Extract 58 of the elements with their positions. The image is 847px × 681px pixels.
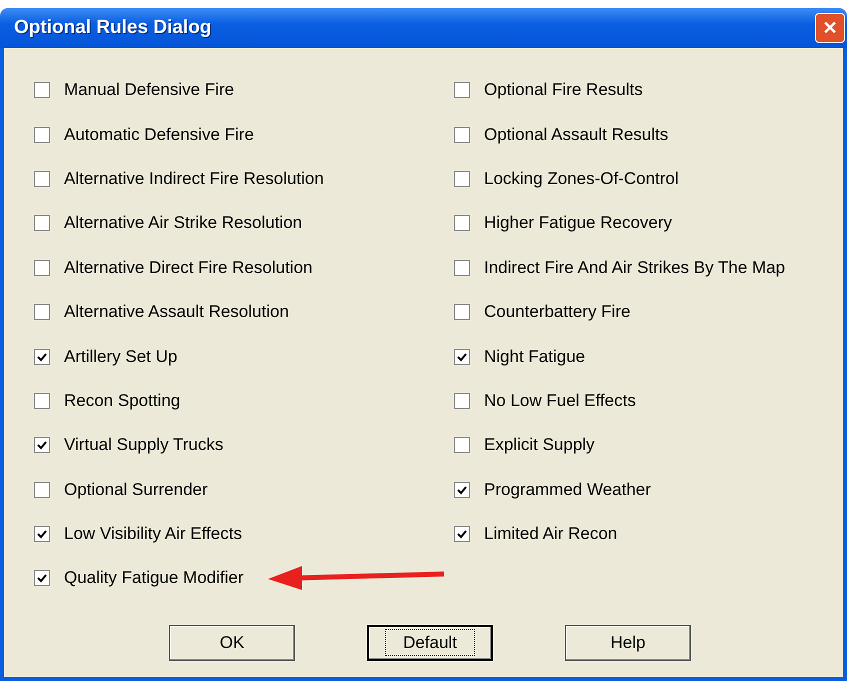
checkbox[interactable] (34, 260, 50, 276)
checkbox[interactable] (454, 348, 470, 365)
checkbox[interactable] (34, 126, 50, 143)
option-label[interactable]: Higher Fatigue Recovery (484, 213, 672, 234)
option-label[interactable]: Locking Zones-Of-Control (484, 168, 679, 189)
checkmark-icon (456, 350, 468, 363)
checkbox[interactable] (34, 82, 50, 98)
checkbox[interactable] (34, 170, 50, 187)
option-label[interactable]: Manual Defensive Fire (64, 80, 234, 100)
option-label[interactable]: Night Fatigue (484, 346, 586, 367)
checkbox[interactable] (34, 215, 50, 232)
option-label[interactable]: Optional Fire Results (484, 80, 643, 100)
option-label[interactable]: Alternative Direct Fire Resolution (64, 258, 312, 278)
option-label[interactable]: Limited Air Recon (484, 524, 618, 544)
option-label[interactable]: Optional Surrender (64, 480, 208, 500)
checkbox[interactable] (34, 304, 50, 320)
checkbox[interactable] (34, 437, 50, 454)
checkbox[interactable] (454, 392, 470, 409)
checkbox[interactable] (454, 260, 470, 276)
option-label[interactable]: Counterbattery Fire (484, 302, 630, 322)
checkbox[interactable] (34, 482, 50, 498)
option-label[interactable]: Indirect Fire And Air Strikes By The Map (484, 258, 786, 278)
option-label[interactable]: Optional Assault Results (484, 124, 668, 145)
option-label[interactable]: Recon Spotting (64, 390, 180, 411)
checkbox[interactable] (454, 215, 470, 232)
option-label[interactable]: Virtual Supply Trucks (64, 435, 224, 456)
checkmark-icon (36, 528, 48, 540)
checkmark-icon (456, 484, 468, 496)
dialog-button[interactable]: OK (169, 624, 295, 661)
checkbox[interactable] (454, 437, 470, 454)
checkmark-icon (36, 350, 48, 363)
checkmark-icon (456, 528, 468, 540)
checkbox[interactable] (454, 126, 470, 143)
checkbox[interactable] (454, 82, 470, 98)
close-button[interactable]: ✕ (815, 13, 845, 43)
dialog-button[interactable]: Help (565, 624, 691, 661)
option-label[interactable]: Quality Fatigue Modifier (64, 568, 244, 588)
checkmark-icon (36, 572, 48, 584)
option-label[interactable]: Explicit Supply (484, 435, 595, 456)
checkbox[interactable] (454, 170, 470, 187)
option-label[interactable]: Programmed Weather (484, 480, 651, 500)
option-label[interactable]: No Low Fuel Effects (484, 390, 636, 411)
checkbox[interactable] (454, 304, 470, 320)
option-label[interactable]: Alternative Assault Resolution (64, 302, 289, 322)
checkbox[interactable] (454, 482, 470, 498)
option-label[interactable]: Alternative Air Strike Resolution (64, 213, 302, 234)
option-label[interactable]: Low Visibility Air Effects (64, 524, 242, 544)
option-label[interactable]: Artillery Set Up (64, 346, 178, 367)
checkbox[interactable] (454, 526, 470, 542)
checkbox[interactable] (34, 526, 50, 542)
option-label[interactable]: Automatic Defensive Fire (64, 124, 254, 145)
option-label[interactable]: Alternative Indirect Fire Resolution (64, 168, 324, 189)
checkbox[interactable] (34, 348, 50, 365)
window-title: Optional Rules Dialog (14, 17, 212, 39)
checkbox[interactable] (34, 392, 50, 409)
dialog-button[interactable]: Default (367, 624, 493, 661)
checkmark-icon (36, 439, 48, 452)
checkbox[interactable] (34, 570, 50, 586)
